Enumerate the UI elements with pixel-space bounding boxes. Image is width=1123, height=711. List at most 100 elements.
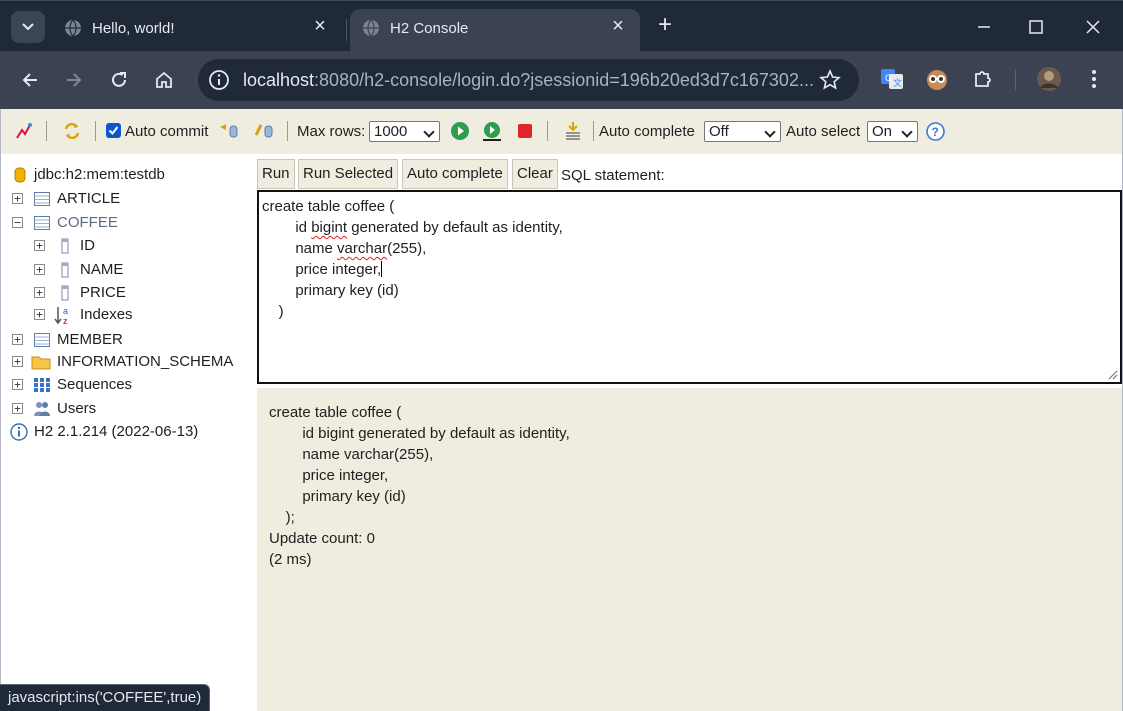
sequences-label: Sequences [57, 376, 133, 393]
owl-extension-icon [927, 70, 947, 90]
minimize-icon [978, 26, 990, 28]
history-button[interactable] [562, 120, 584, 142]
new-tab-button[interactable]: + [652, 13, 678, 39]
clear-button[interactable]: Clear [512, 159, 558, 189]
extension-button[interactable] [924, 66, 950, 92]
help-button[interactable]: ? [924, 120, 946, 142]
tab-search-button[interactable] [11, 11, 45, 43]
history-icon [566, 122, 580, 140]
forward-button[interactable] [59, 65, 89, 95]
globe-icon [65, 19, 81, 37]
indexes-label: Indexes [80, 306, 133, 323]
info-icon [10, 423, 28, 441]
expand-icon[interactable]: + [12, 356, 23, 367]
tab-divider [346, 19, 347, 41]
expand-icon[interactable]: + [12, 334, 23, 345]
schema-tree: jdbc:h2:mem:testdb + ARTICLE − COFFEE + … [0, 154, 257, 711]
run-selected-button[interactable] [481, 120, 503, 142]
auto-select-select[interactable]: On [867, 121, 918, 142]
users-icon [34, 402, 50, 416]
table-name: MEMBER [57, 331, 123, 348]
update-count: Update count: 0 [269, 530, 375, 547]
result-line: ); [269, 509, 295, 526]
sql-line: ) [278, 303, 284, 320]
sql-line: primary key (id) [295, 282, 399, 299]
run-button[interactable] [449, 120, 471, 142]
auto-complete-select[interactable]: Off [704, 121, 781, 142]
collapse-icon[interactable]: − [12, 217, 23, 228]
auto-commit-checkbox[interactable] [106, 123, 121, 138]
table-name: ARTICLE [57, 190, 121, 207]
close-window-button[interactable] [1073, 9, 1113, 45]
column-name: ID [80, 237, 95, 254]
column-name: NAME [80, 261, 124, 278]
play-icon [451, 122, 469, 140]
run-sql-button[interactable]: Run [257, 159, 295, 189]
max-rows-label: Max rows: [297, 123, 366, 140]
close-icon[interactable]: × [310, 16, 330, 36]
h2-toolbar: Auto commit Max rows: 1000 Auto complete… [0, 109, 1123, 154]
table-icon [34, 333, 50, 347]
run-selected-sql-button[interactable]: Run Selected [298, 159, 399, 189]
bookmark-star-icon[interactable] [819, 69, 841, 91]
address-bar[interactable]: localhost:8080/h2-console/login.do?jsess… [198, 59, 859, 101]
disconnect-button[interactable] [13, 120, 35, 142]
tab-hello-world[interactable]: Hello, world! × [52, 9, 342, 53]
browser-tab-strip: Hello, world! × H2 Console × + [0, 0, 1123, 53]
refresh-button[interactable] [61, 120, 83, 142]
version-label: H2 2.1.214 (2022-06-13) [34, 423, 199, 440]
auto-select-label: Auto select [786, 123, 861, 140]
rollback-icon [220, 124, 238, 138]
back-button[interactable] [15, 65, 45, 95]
profile-button[interactable] [1036, 66, 1062, 92]
arrow-left-icon [22, 73, 37, 87]
database-icon [14, 167, 26, 183]
avatar [1037, 67, 1061, 91]
expand-icon[interactable]: + [34, 264, 45, 275]
commit-button[interactable] [253, 120, 275, 142]
expand-icon[interactable]: + [12, 193, 23, 204]
translate-extension-button[interactable]: G文 [879, 66, 905, 92]
rollback-button[interactable] [218, 120, 240, 142]
browser-menu-button[interactable] [1081, 66, 1107, 92]
reload-button[interactable] [104, 65, 134, 95]
expand-icon[interactable]: + [34, 240, 45, 251]
minimize-button[interactable] [964, 9, 1004, 45]
extensions-button[interactable] [970, 66, 996, 92]
auto-complete-label: Auto complete [599, 123, 695, 140]
execution-time: (2 ms) [269, 551, 312, 568]
svg-text:?: ? [931, 125, 938, 139]
globe-icon [363, 19, 379, 37]
column-icon [61, 238, 69, 254]
result-line: primary key (id) [269, 488, 406, 505]
site-info-icon[interactable] [208, 69, 230, 91]
home-button[interactable] [149, 65, 179, 95]
close-icon[interactable]: × [608, 16, 628, 36]
toolbar-divider [1015, 69, 1016, 91]
tab-h2-console[interactable]: H2 Console × [350, 9, 640, 53]
expand-icon[interactable]: + [34, 309, 45, 320]
text-caret [381, 261, 383, 277]
result-output: create table coffee ( id bigint generate… [269, 402, 570, 570]
expand-icon[interactable]: + [12, 403, 23, 414]
spellcheck-word: varchar [337, 240, 388, 257]
sql-line: id bigint generated by default as identi… [295, 219, 563, 236]
maximize-icon [1029, 20, 1043, 34]
sql-editor[interactable]: create table coffee ( id bigint generate… [257, 190, 1122, 384]
table-icon [34, 192, 50, 206]
tab-title: Hello, world! [92, 20, 175, 37]
users-label: Users [57, 400, 97, 417]
sequences-icon [34, 378, 50, 392]
svg-text:a: a [63, 306, 68, 316]
result-line: create table coffee ( [269, 404, 402, 421]
resize-grip-icon[interactable] [1108, 370, 1118, 380]
cancel-statement-button[interactable] [514, 120, 536, 142]
max-rows-select[interactable]: 1000 [369, 121, 440, 142]
expand-icon[interactable]: + [34, 287, 45, 298]
sql-line: create table coffee ( [262, 198, 395, 215]
arrow-right-icon [67, 73, 82, 87]
expand-icon[interactable]: + [12, 379, 23, 390]
maximize-button[interactable] [1016, 9, 1056, 45]
result-panel: create table coffee ( id bigint generate… [257, 388, 1123, 711]
auto-complete-button[interactable]: Auto complete [402, 159, 508, 189]
